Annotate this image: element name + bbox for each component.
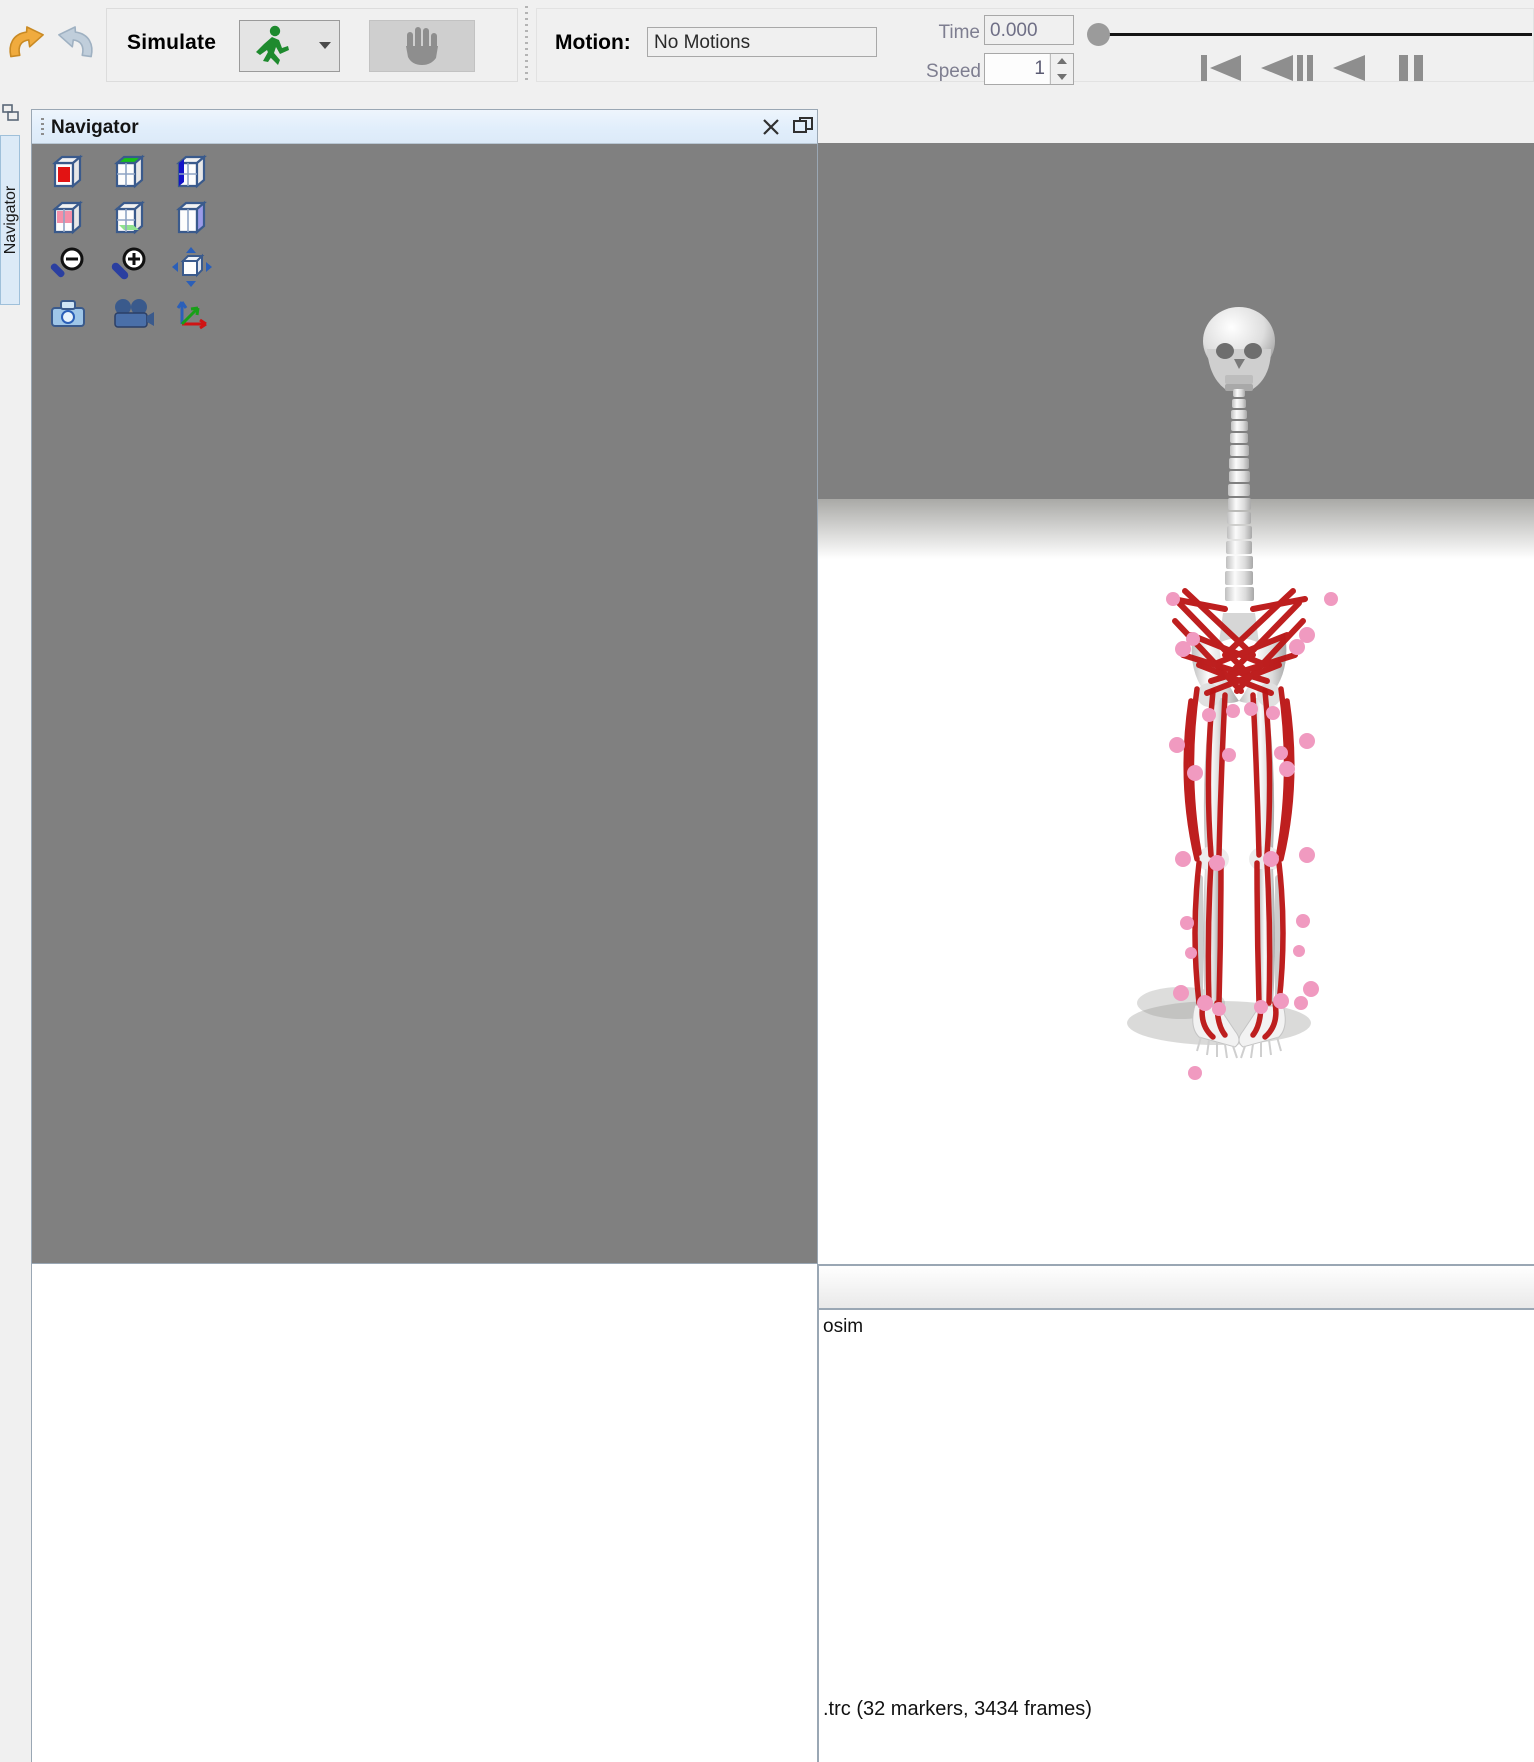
view-back-button[interactable] bbox=[48, 199, 88, 239]
undo-arrow-icon[interactable] bbox=[2, 20, 54, 72]
simulate-toolbar-group: Simulate bbox=[106, 8, 518, 82]
fit-to-window-button[interactable] bbox=[170, 245, 212, 287]
pan-tool-button[interactable] bbox=[369, 20, 475, 72]
play-backward-button[interactable] bbox=[1329, 51, 1375, 85]
simulate-label: Simulate bbox=[127, 31, 217, 54]
sidebar-tab-navigator-label: Navigator bbox=[2, 185, 19, 255]
float-window-icon[interactable] bbox=[792, 116, 814, 138]
navigator-titlebar[interactable]: Navigator bbox=[32, 110, 817, 144]
close-icon[interactable] bbox=[759, 115, 783, 139]
navigator-title: Navigator bbox=[51, 117, 139, 138]
view-bottom-button[interactable] bbox=[110, 199, 150, 239]
toolbar-separator bbox=[524, 6, 530, 84]
simulate-button[interactable] bbox=[239, 20, 340, 72]
step-back-button[interactable] bbox=[1259, 51, 1319, 85]
view-left-button[interactable] bbox=[172, 153, 212, 193]
time-slider-track[interactable] bbox=[1102, 33, 1532, 36]
zoom-in-button[interactable] bbox=[108, 245, 148, 285]
sidebar-tab-navigator[interactable]: Navigator bbox=[0, 135, 20, 305]
drag-grip-icon[interactable] bbox=[41, 118, 44, 136]
lower-left-blank-area bbox=[31, 1264, 818, 1762]
speed-label: Speed bbox=[926, 61, 981, 82]
time-label: Time bbox=[938, 22, 980, 43]
time-input[interactable]: 0.000 bbox=[984, 15, 1074, 45]
bottom-panel: osim .trc (32 markers, 3434 frames) bbox=[818, 1264, 1534, 1762]
chevron-down-icon[interactable] bbox=[319, 42, 331, 49]
time-slider-thumb[interactable] bbox=[1087, 23, 1110, 46]
toggle-axes-button[interactable] bbox=[172, 294, 212, 334]
marker-file-label[interactable]: .trc (32 markers, 3434 frames) bbox=[823, 1698, 1092, 1721]
skip-to-start-button[interactable] bbox=[1197, 51, 1251, 85]
model-file-label[interactable]: osim bbox=[823, 1316, 863, 1338]
snapshot-button[interactable] bbox=[48, 294, 88, 334]
pause-button[interactable] bbox=[1393, 51, 1435, 85]
speed-input[interactable]: 1 bbox=[985, 54, 1049, 84]
spinner-up-icon[interactable] bbox=[1050, 54, 1073, 69]
bottom-panel-tabstrip[interactable] bbox=[819, 1264, 1534, 1310]
speed-stepper[interactable]: 1 bbox=[984, 53, 1074, 85]
navigator-panel: Navigator bbox=[31, 109, 818, 1264]
motion-label: Motion: bbox=[555, 31, 631, 54]
skull bbox=[1203, 307, 1275, 391]
motion-select[interactable]: No Motions bbox=[647, 27, 877, 57]
view-right-button[interactable] bbox=[172, 199, 212, 239]
spinner-down-icon[interactable] bbox=[1050, 69, 1073, 84]
record-movie-button[interactable] bbox=[110, 294, 154, 334]
undo-redo-group bbox=[0, 16, 100, 78]
redo-arrow-icon[interactable] bbox=[48, 20, 100, 72]
spine bbox=[1225, 389, 1254, 601]
motion-toolbar-group: Motion: No Motions Time 0.000 Speed 1 bbox=[536, 8, 1534, 85]
zoom-out-button[interactable] bbox=[46, 245, 86, 285]
left-dock-rail: Navigator bbox=[0, 95, 20, 585]
view-top-button[interactable] bbox=[110, 153, 150, 193]
navigator-content bbox=[32, 144, 817, 1263]
main-toolbar: Simulate Motion: No Motions Time 0.000 S… bbox=[0, 0, 1534, 95]
transport-controls bbox=[1197, 51, 1527, 85]
view-front-button[interactable] bbox=[48, 153, 88, 193]
skeleton-model[interactable] bbox=[1121, 303, 1351, 1123]
left-gutter bbox=[0, 585, 31, 1762]
dock-window-icon[interactable] bbox=[2, 104, 19, 121]
